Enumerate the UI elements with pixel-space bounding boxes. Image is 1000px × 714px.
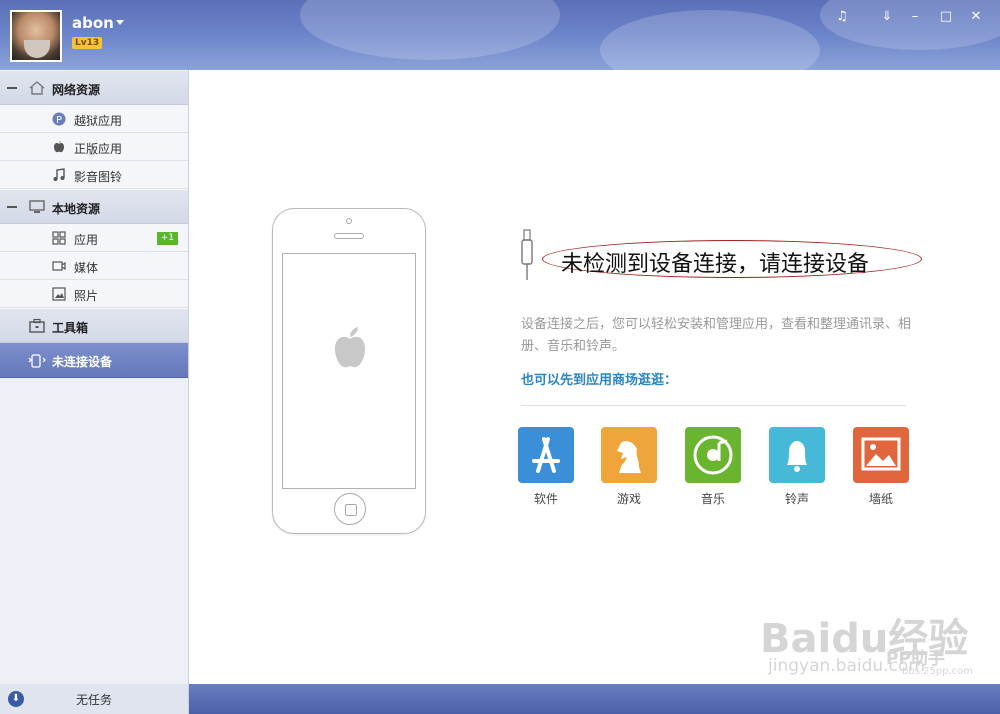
phone-speaker	[334, 233, 364, 239]
cloud-decoration	[300, 0, 560, 60]
music-icon[interactable]: ♫	[833, 8, 851, 26]
pp-logo-icon: P	[52, 112, 66, 126]
sidebar: 网络资源 P 越狱应用 正版应用 影音图铃 本地资源 应用 +1 媒体 照片 工…	[0, 70, 189, 684]
sidebar-item-jailbreak-apps[interactable]: P 越狱应用	[0, 105, 188, 133]
headline-text: 未检测到设备连接，请连接设备	[561, 252, 870, 277]
sidebar-group-toolbox[interactable]: 工具箱	[0, 308, 188, 343]
username[interactable]: abon	[72, 14, 114, 32]
sidebar-item-photos[interactable]: 照片	[0, 280, 188, 308]
main-panel: 未检测到设备连接，请连接设备 设备连接之后，您可以轻松安装和管理应用，查看和整理…	[190, 70, 1000, 684]
phone-home-button	[334, 493, 366, 525]
store-tile-label: 游戏	[616, 492, 641, 506]
sidebar-item-apps[interactable]: 应用 +1	[0, 224, 188, 252]
store-tile-software[interactable]	[518, 427, 574, 483]
sidebar-group-label: 工具箱	[52, 321, 89, 335]
store-tile-music[interactable]	[685, 427, 741, 483]
store-tile-label: 软件	[533, 492, 558, 506]
sidebar-item-genuine-apps[interactable]: 正版应用	[0, 133, 188, 161]
user-menu-caret-icon[interactable]	[116, 20, 124, 25]
grid-icon	[52, 231, 66, 245]
collapse-icon[interactable]	[7, 206, 17, 208]
sidebar-item-media[interactable]: 媒体	[0, 252, 188, 280]
sidebar-active-label: 未连接设备	[52, 355, 113, 369]
toolbox-icon	[29, 318, 45, 333]
user-avatar[interactable]	[10, 10, 62, 62]
connect-description: 设备连接之后，您可以轻松安装和管理应用，查看和整理通讯录、相册、音乐和铃声。	[521, 317, 912, 354]
usb-cable-icon	[521, 229, 533, 280]
monitor-icon	[29, 200, 45, 213]
collapse-icon[interactable]	[7, 87, 17, 89]
task-status: 无任务	[76, 693, 113, 707]
task-panel[interactable]: ⬇ 无任务	[0, 684, 189, 714]
video-camera-icon	[52, 261, 66, 271]
minimize-button[interactable]: –	[906, 8, 924, 26]
sidebar-group-network[interactable]: 网络资源	[0, 70, 188, 105]
maximize-button[interactable]: □	[937, 8, 955, 26]
cloud-decoration	[600, 10, 820, 70]
sidebar-item-label: 正版应用	[74, 142, 123, 156]
divider	[521, 405, 906, 406]
sidebar-item-label: 媒体	[74, 261, 99, 275]
home-icon	[29, 81, 45, 95]
phone-screen	[282, 253, 416, 489]
menu-dropdown-icon[interactable]: ⇓	[878, 8, 896, 26]
store-tile-games[interactable]	[601, 427, 657, 483]
store-tile-label: 音乐	[700, 492, 725, 506]
sidebar-item-label: 越狱应用	[74, 114, 123, 128]
sidebar-group-label: 本地资源	[52, 202, 101, 216]
device-disconnected-icon	[28, 354, 46, 368]
title-bar: abon Lv13 ♫ ⇓ – □ ✕	[0, 0, 1000, 70]
no-device-headline: 未检测到设备连接，请连接设备	[542, 240, 922, 278]
app-store-icon	[532, 437, 560, 473]
chess-knight-icon	[617, 441, 641, 473]
music-disc-icon	[693, 435, 733, 475]
store-tile-label: 铃声	[784, 492, 809, 506]
bell-icon	[787, 441, 807, 472]
sidebar-item-label: 影音图铃	[74, 170, 123, 184]
store-tile-wallpaper[interactable]	[853, 427, 909, 483]
app-store-link[interactable]: 也可以先到应用商场逛逛：	[521, 369, 677, 388]
phone-camera	[346, 218, 352, 224]
update-count-badge: +1	[156, 232, 178, 245]
sidebar-item-label: 照片	[74, 289, 99, 303]
picture-icon	[861, 437, 901, 471]
sidebar-item-media-ringtones[interactable]: 影音图铃	[0, 161, 188, 189]
close-button[interactable]: ✕	[967, 8, 985, 26]
status-bar: ⬇ 无任务	[0, 684, 1000, 714]
sidebar-group-label: 网络资源	[52, 83, 101, 97]
store-tile-ringtones[interactable]	[769, 427, 825, 483]
image-icon	[52, 287, 66, 301]
sidebar-group-local[interactable]: 本地资源	[0, 189, 188, 224]
sidebar-item-label: 应用	[74, 233, 99, 247]
apple-icon	[54, 141, 64, 153]
store-tile-label: 墙纸	[868, 492, 893, 506]
phone-illustration	[272, 208, 426, 534]
svg-text:P: P	[56, 115, 62, 126]
music-note-icon	[53, 168, 65, 181]
watermark: Baidu经验 jingyan.baidu.com PP助手 bbs.25pp.…	[760, 604, 990, 680]
apple-logo-icon	[335, 327, 365, 368]
sidebar-item-no-device[interactable]: 未连接设备	[0, 343, 188, 378]
download-icon[interactable]: ⬇	[8, 691, 24, 707]
watermark-site: bbs.25pp.com	[902, 666, 974, 677]
level-badge: Lv13	[72, 37, 103, 49]
